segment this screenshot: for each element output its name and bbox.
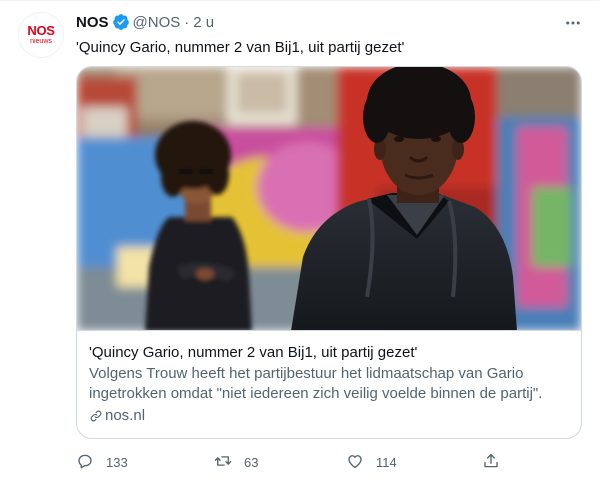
- like-count: 114: [376, 454, 397, 470]
- more-icon[interactable]: [564, 14, 582, 32]
- top-divider: [0, 0, 599, 1]
- avatar-logo-subtext: nieuws: [30, 37, 52, 45]
- handle[interactable]: @NOS: [133, 14, 181, 31]
- link-card[interactable]: 'Quincy Gario, nummer 2 van Bij1, uit pa…: [76, 66, 582, 439]
- reply-button[interactable]: 133: [76, 451, 128, 473]
- display-name[interactable]: NOS: [76, 14, 109, 31]
- card-image[interactable]: [77, 67, 581, 331]
- action-bar: 133 63 114: [76, 451, 506, 473]
- card-domain-row: nos.nl: [89, 406, 573, 426]
- tweet-header: NOS @NOS · 2 u: [76, 13, 214, 31]
- card-body: 'Quincy Gario, nummer 2 van Bij1, uit pa…: [89, 343, 573, 426]
- separator-dot: ·: [184, 13, 190, 31]
- retweet-button[interactable]: 63: [214, 451, 258, 473]
- share-button[interactable]: [482, 451, 500, 473]
- card-title: 'Quincy Gario, nummer 2 van Bij1, uit pa…: [89, 344, 418, 361]
- tweet[interactable]: NOS nieuws NOS @NOS · 2 u 'Quincy Gario,…: [0, 0, 599, 487]
- like-icon: [346, 452, 364, 473]
- retweet-count: 63: [244, 454, 259, 470]
- avatar[interactable]: NOS nieuws: [18, 12, 64, 58]
- like-button[interactable]: 114: [346, 451, 397, 473]
- card-description-line-2: ingetrokken omdat "niet iedereen zich ve…: [89, 385, 543, 402]
- reply-icon: [76, 452, 94, 473]
- timestamp[interactable]: 2 u: [193, 14, 214, 31]
- card-domain: nos.nl: [105, 407, 146, 424]
- avatar-logo-text: NOS: [27, 22, 55, 38]
- card-description-line-1: Volgens Trouw heeft het partijbestuur he…: [89, 365, 524, 382]
- verified-badge-icon: [112, 13, 130, 31]
- retweet-icon: [214, 452, 232, 473]
- reply-count: 133: [106, 454, 128, 470]
- tweet-text: 'Quincy Gario, nummer 2 van Bij1, uit pa…: [76, 39, 405, 56]
- share-icon: [482, 452, 500, 473]
- link-icon: [89, 409, 103, 423]
